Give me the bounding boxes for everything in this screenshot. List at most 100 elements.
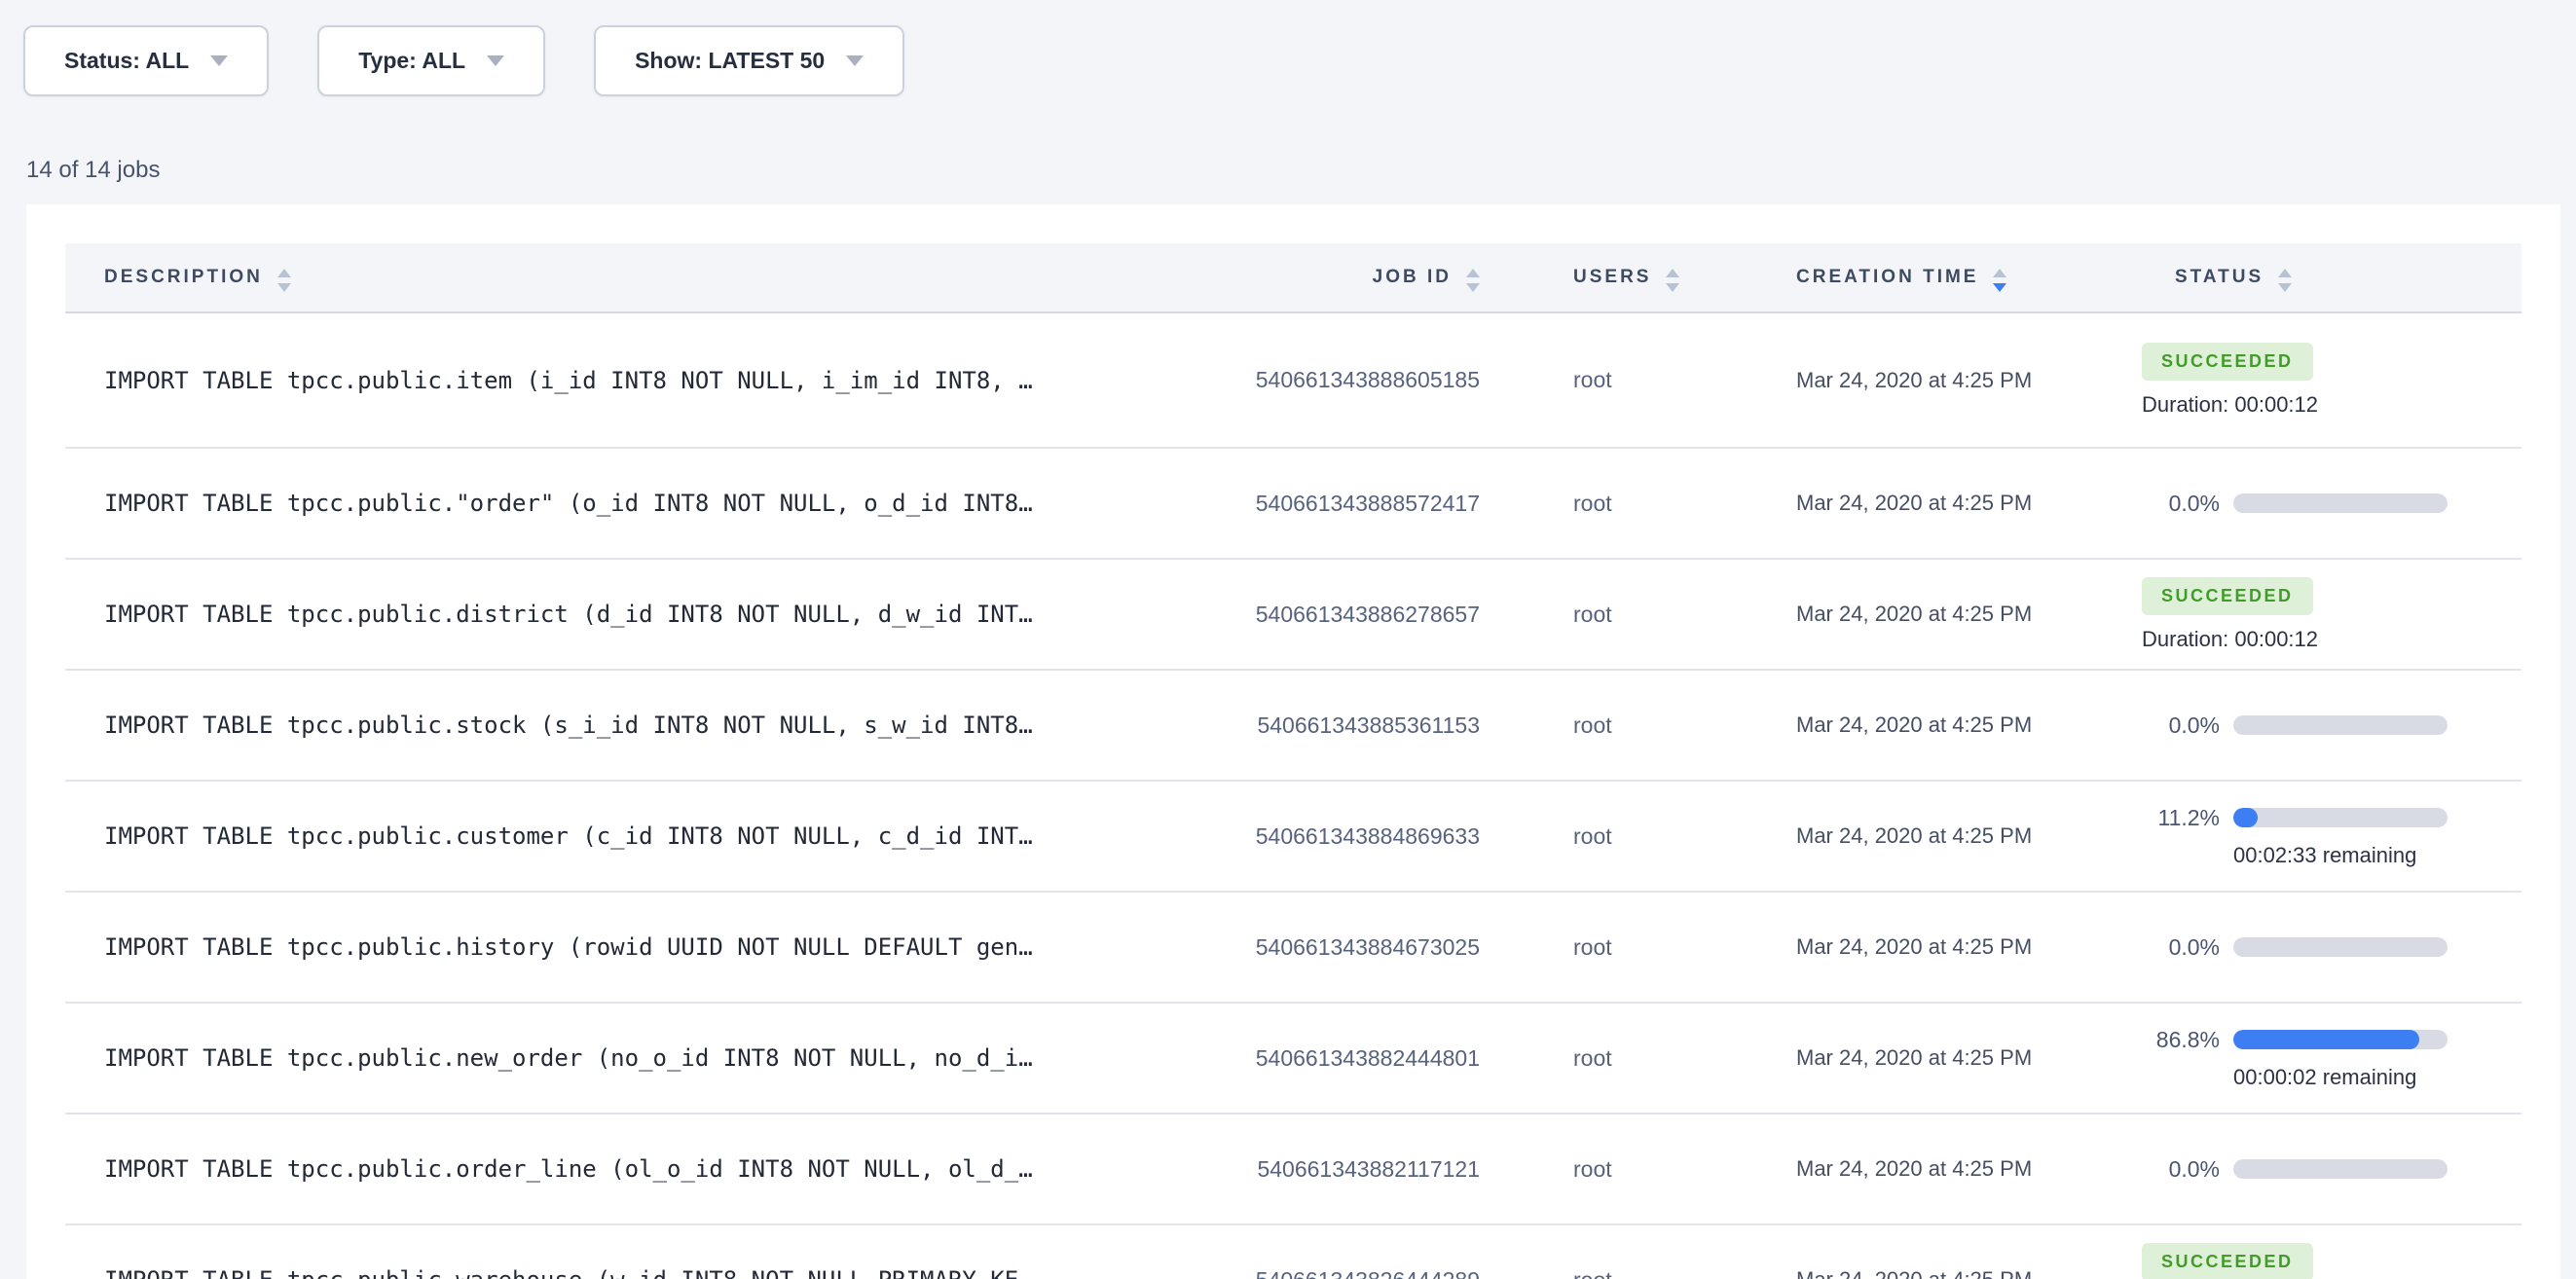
creation-time-cell: Mar 24, 2020 at 4:25 PM — [1713, 934, 2064, 960]
progress-line: 86.8% — [2064, 1027, 2521, 1053]
user-cell: root — [1480, 367, 1713, 393]
user-cell: root — [1480, 713, 1713, 739]
progress-line: 0.0% — [2064, 1156, 2521, 1183]
creation-time-cell: Mar 24, 2020 at 4:25 PM — [1713, 1045, 2064, 1071]
chevron-down-icon — [487, 55, 504, 66]
status-cell: SUCCEEDED Duration: 00:00:12 — [2064, 564, 2521, 666]
table-row: IMPORT TABLE tpcc.public.item (i_id INT8… — [65, 313, 2521, 449]
sort-up-icon — [1993, 269, 2006, 277]
sort-up-icon — [2278, 269, 2292, 277]
filters-bar: Status: ALL Type: ALL Show: LATEST 50 — [0, 0, 2576, 96]
column-header-label: CREATION TIME — [1796, 267, 1978, 288]
progress-bar — [2233, 937, 2447, 957]
table-row: IMPORT TABLE tpcc.public.district (d_id … — [65, 560, 2521, 671]
user-cell: root — [1480, 1267, 1713, 1279]
percent-label: 0.0% — [2064, 491, 2220, 517]
status-cell: 86.8% 00:00:02 remaining — [2064, 1013, 2521, 1104]
percent-label: 0.0% — [2064, 1156, 2220, 1183]
percent-label: 11.2% — [2064, 805, 2220, 831]
sort-up-icon — [1466, 269, 1480, 277]
job-id-cell: 540661343884673025 — [1188, 934, 1480, 961]
sort-down-icon — [277, 283, 291, 292]
column-header-users[interactable]: USERS — [1480, 266, 1713, 289]
job-id-cell: 540661343826444289 — [1188, 1267, 1480, 1279]
job-description-cell: IMPORT TABLE tpcc.public.new_order (no_o… — [65, 1044, 1188, 1072]
jobs-count-label: 14 of 14 jobs — [26, 157, 2576, 184]
column-header-description[interactable]: DESCRIPTION — [65, 266, 1188, 289]
status-cell: 0.0% — [2064, 699, 2521, 752]
column-header-status[interactable]: STATUS — [2064, 266, 2521, 289]
column-header-job-id[interactable]: JOB ID — [1188, 266, 1480, 289]
status-badge: SUCCEEDED — [2142, 577, 2313, 615]
progress-bar — [2233, 493, 2447, 513]
creation-time-cell: Mar 24, 2020 at 4:25 PM — [1713, 491, 2064, 516]
sort-icons — [1666, 269, 1679, 292]
jobs-table: DESCRIPTION JOB ID USERS CREATION TIME STATU… — [65, 243, 2521, 1279]
table-row: IMPORT TABLE tpcc.public.stock (s_i_id I… — [65, 671, 2521, 782]
duration-label: Duration: 00:00:12 — [2142, 392, 2521, 418]
status-cell: 11.2%00:02:33 remaining — [2064, 791, 2521, 882]
job-description-cell: IMPORT TABLE tpcc.public.district (d_id … — [65, 601, 1188, 628]
progress-bar — [2233, 1159, 2447, 1179]
job-description-cell: IMPORT TABLE tpcc.public.warehouse (w_id… — [65, 1266, 1188, 1279]
percent-label: 86.8% — [2064, 1027, 2220, 1053]
user-cell: root — [1480, 491, 1713, 517]
progress-line: 0.0% — [2064, 491, 2521, 517]
jobs-page: Status: ALL Type: ALL Show: LATEST 50 14… — [0, 0, 2576, 1279]
table-header-row: DESCRIPTION JOB ID USERS CREATION TIME STATU… — [65, 243, 2521, 313]
job-description-cell: IMPORT TABLE tpcc.public.order_line (ol_… — [65, 1155, 1188, 1183]
creation-time-cell: Mar 24, 2020 at 4:25 PM — [1713, 1156, 2064, 1182]
jobs-table-card: DESCRIPTION JOB ID USERS CREATION TIME STATU… — [26, 204, 2560, 1279]
status-cell: 0.0% — [2064, 1143, 2521, 1196]
column-header-creation-time[interactable]: CREATION TIME — [1713, 266, 2064, 289]
user-cell: root — [1480, 1156, 1713, 1183]
remaining-label: 00:00:02 remaining — [2233, 1065, 2521, 1090]
job-description-cell: IMPORT TABLE tpcc.public.customer (c_id … — [65, 822, 1188, 850]
creation-time-cell: Mar 24, 2020 at 4:25 PM — [1713, 368, 2064, 393]
progress-bar — [2233, 1030, 2447, 1049]
sort-down-icon — [1466, 283, 1480, 292]
status-badge: SUCCEEDED — [2142, 1243, 2313, 1279]
status-filter-label: Status: ALL — [64, 48, 189, 74]
percent-label: 0.0% — [2064, 934, 2220, 961]
status-cell: SUCCEEDED Duration: 00:00:12 — [2064, 329, 2521, 431]
creation-time-cell: Mar 24, 2020 at 4:25 PM — [1713, 1267, 2064, 1279]
creation-time-cell: Mar 24, 2020 at 4:25 PM — [1713, 823, 2064, 849]
job-id-cell: 540661343885361153 — [1188, 713, 1480, 739]
chevron-down-icon — [846, 55, 864, 66]
type-filter-label: Type: ALL — [358, 48, 465, 74]
progress-fill — [2233, 1030, 2419, 1049]
chevron-down-icon — [210, 55, 228, 66]
job-id-cell: 540661343884869633 — [1188, 823, 1480, 850]
job-description-cell: IMPORT TABLE tpcc.public.item (i_id INT8… — [65, 367, 1188, 394]
sort-icons — [1993, 269, 2006, 292]
job-id-cell: 540661343886278657 — [1188, 602, 1480, 628]
show-filter-dropdown[interactable]: Show: LATEST 50 — [594, 25, 904, 96]
table-row: IMPORT TABLE tpcc.public.history (rowid … — [65, 893, 2521, 1004]
duration-label: Duration: 00:00:12 — [2142, 627, 2521, 652]
column-header-label: JOB ID — [1373, 267, 1452, 288]
sort-icons — [277, 269, 291, 292]
job-description-cell: IMPORT TABLE tpcc.public.stock (s_i_id I… — [65, 712, 1188, 739]
table-row: IMPORT TABLE tpcc.public.customer (c_id … — [65, 782, 2521, 893]
table-body: IMPORT TABLE tpcc.public.item (i_id INT8… — [65, 313, 2521, 1279]
job-description-cell: IMPORT TABLE tpcc.public."order" (o_id I… — [65, 490, 1188, 517]
user-cell: root — [1480, 934, 1713, 961]
progress-bar — [2233, 715, 2447, 735]
sort-down-icon — [1993, 283, 2006, 292]
status-cell: SUCCEEDEDDuration: 00:00:08 — [2064, 1229, 2521, 1279]
sort-up-icon — [1666, 269, 1679, 277]
status-cell: 0.0% — [2064, 921, 2521, 974]
progress-bar — [2233, 808, 2447, 827]
status-cell: 0.0% — [2064, 477, 2521, 530]
sort-up-icon — [277, 269, 291, 277]
type-filter-dropdown[interactable]: Type: ALL — [317, 25, 545, 96]
progress-line: 0.0% — [2064, 713, 2521, 739]
column-header-label: USERS — [1573, 267, 1651, 288]
job-id-cell: 540661343888605185 — [1188, 367, 1480, 393]
status-filter-dropdown[interactable]: Status: ALL — [23, 25, 269, 96]
user-cell: root — [1480, 823, 1713, 850]
table-row: IMPORT TABLE tpcc.public.order_line (ol_… — [65, 1115, 2521, 1225]
job-description-cell: IMPORT TABLE tpcc.public.history (rowid … — [65, 933, 1188, 961]
status-badge: SUCCEEDED — [2142, 343, 2313, 381]
